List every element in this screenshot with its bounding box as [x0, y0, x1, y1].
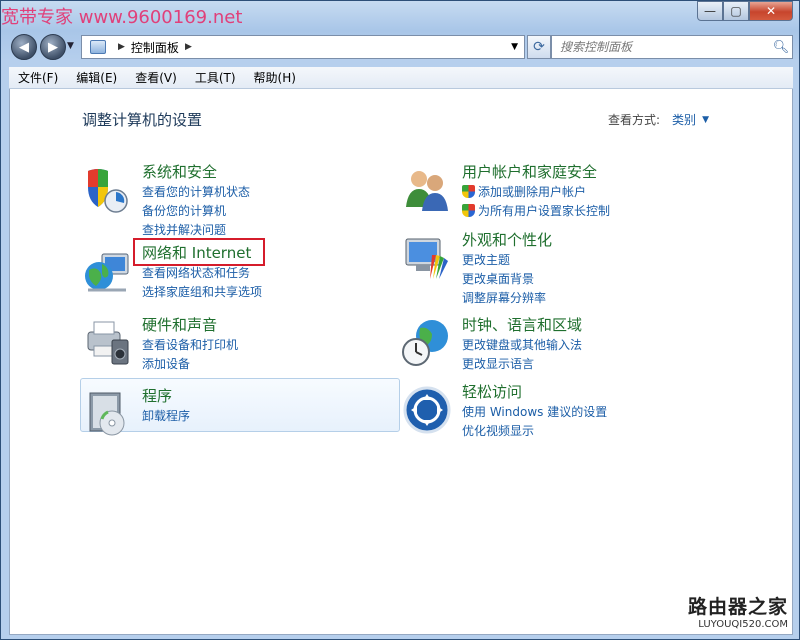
minimize-button[interactable]: —: [697, 1, 723, 21]
address-bar[interactable]: ▶ 控制面板 ▶ ▼: [81, 35, 525, 59]
category-title[interactable]: 硬件和声音: [142, 314, 217, 335]
link-text[interactable]: 为所有用户设置家长控制: [478, 204, 610, 218]
site-watermark: 宽带专家 www.9600169.net: [1, 7, 243, 28]
link-homegroup-sharing[interactable]: 选择家庭组和共享选项: [142, 283, 262, 302]
link-add-device[interactable]: 添加设备: [142, 355, 238, 374]
link-uninstall-program[interactable]: 卸载程序: [142, 407, 190, 426]
highlight-network-internet: [133, 238, 265, 266]
menu-view[interactable]: 查看(V): [126, 69, 186, 86]
view-by-dropdown[interactable]: 类别: [672, 111, 696, 128]
category-system-security: 系统和安全 查看您的计算机状态 备份您的计算机 查找并解决问题: [82, 161, 392, 237]
appearance-monitor-icon: [405, 238, 448, 279]
category-programs[interactable]: 程序 卸载程序: [82, 385, 392, 455]
site-logo-name: 路由器之家: [687, 596, 788, 618]
recent-pages-dropdown[interactable]: ▼: [67, 41, 74, 51]
link-change-theme[interactable]: 更改主题: [462, 251, 546, 270]
menu-file[interactable]: 文件(F): [9, 69, 67, 86]
link-optimize-video-display[interactable]: 优化视频显示: [462, 422, 607, 441]
printer-speaker-icon: [87, 321, 129, 365]
menu-bar: 文件(F) 编辑(E) 查看(V) 工具(T) 帮助(H): [9, 67, 793, 89]
refresh-icon: ⟳: [533, 39, 545, 55]
category-title[interactable]: 轻松访问: [462, 381, 522, 402]
link-backup-computer[interactable]: 备份您的计算机: [142, 202, 250, 221]
forward-button[interactable]: ▶: [40, 34, 66, 60]
link-change-display-language[interactable]: 更改显示语言: [462, 355, 582, 374]
chevron-right-icon[interactable]: ▶: [118, 42, 125, 52]
uac-shield-icon: [462, 204, 475, 217]
category-clock-language-region: 时钟、语言和区域 更改键盘或其他输入法 更改显示语言: [402, 314, 722, 384]
category-appearance: 外观和个性化 更改主题 更改桌面背景 调整屏幕分辨率: [402, 229, 722, 305]
maximize-button[interactable]: ▢: [723, 1, 749, 21]
system-security-icon: [88, 169, 128, 213]
programs-disc-icon: [89, 392, 125, 436]
refresh-button[interactable]: ⟳: [527, 35, 551, 59]
network-globe-icon: [85, 253, 129, 292]
link-change-desktop-background[interactable]: 更改桌面背景: [462, 270, 546, 289]
site-logo: 路由器之家 LUYOUQI520.COM: [688, 592, 788, 630]
chevron-right-icon[interactable]: ▶: [185, 42, 192, 52]
menu-edit[interactable]: 编辑(E): [67, 69, 126, 86]
menu-help[interactable]: 帮助(H): [245, 69, 305, 86]
link-windows-recommended-settings[interactable]: 使用 Windows 建议的设置: [462, 403, 607, 422]
chevron-down-icon[interactable]: ▼: [702, 115, 709, 125]
category-title[interactable]: 时钟、语言和区域: [462, 314, 582, 335]
control-panel-icon: [90, 40, 106, 54]
users-icon: [406, 171, 448, 211]
category-title[interactable]: 外观和个性化: [462, 229, 552, 250]
link-change-input-method[interactable]: 更改键盘或其他输入法: [462, 336, 582, 355]
category-title[interactable]: 系统和安全: [142, 161, 217, 182]
link-parental-controls[interactable]: 为所有用户设置家长控制: [462, 202, 610, 221]
address-dropdown-icon[interactable]: ▼: [511, 42, 518, 52]
uac-shield-icon: [462, 185, 475, 198]
back-button[interactable]: ◀: [11, 34, 37, 60]
category-title[interactable]: 程序: [142, 385, 172, 406]
link-adjust-resolution[interactable]: 调整屏幕分辨率: [462, 289, 546, 308]
window-controls: — ▢ ✕: [697, 1, 793, 21]
view-by: 查看方式: 类别 ▼: [608, 111, 709, 128]
navigation-bar: ◀ ▶ ▼ ▶ 控制面板 ▶ ▼ ⟳ 🔍︎: [9, 33, 793, 61]
site-logo-url: LUYOUQI520.COM: [698, 619, 788, 630]
content-pane: 调整计算机的设置 查看方式: 类别 ▼ 系统和安全 查看您的计算机状态 备份您的…: [9, 89, 793, 635]
clock-globe-icon: [402, 320, 448, 366]
search-box[interactable]: 🔍︎: [551, 35, 793, 59]
category-title[interactable]: 用户帐户和家庭安全: [462, 161, 597, 182]
search-icon[interactable]: 🔍︎: [770, 40, 792, 55]
address-location[interactable]: 控制面板: [131, 39, 179, 56]
category-hardware-sound: 硬件和声音 查看设备和打印机 添加设备: [82, 314, 392, 384]
close-button[interactable]: ✕: [749, 1, 793, 21]
forward-arrow-icon: ▶: [48, 39, 58, 55]
back-arrow-icon: ◀: [19, 39, 29, 55]
ease-of-access-icon: [403, 386, 451, 434]
menu-tools[interactable]: 工具(T): [186, 69, 245, 86]
view-by-label: 查看方式:: [608, 113, 661, 127]
link-view-devices-printers[interactable]: 查看设备和打印机: [142, 336, 238, 355]
control-panel-window: 宽带专家 www.9600169.net — ▢ ✕ ◀ ▶ ▼ ▶ 控制面板 …: [0, 0, 800, 640]
link-view-network-status[interactable]: 查看网络状态和任务: [142, 264, 262, 283]
category-user-accounts: 用户帐户和家庭安全 添加或删除用户帐户 为所有用户设置家长控制: [402, 161, 722, 231]
search-input[interactable]: [552, 40, 770, 54]
link-text[interactable]: 添加或删除用户帐户: [478, 185, 586, 199]
link-view-computer-status[interactable]: 查看您的计算机状态: [142, 183, 250, 202]
page-title: 调整计算机的设置: [82, 111, 203, 129]
link-add-remove-accounts[interactable]: 添加或删除用户帐户: [462, 183, 610, 202]
category-ease-of-access: 轻松访问 使用 Windows 建议的设置 优化视频显示: [402, 381, 722, 451]
